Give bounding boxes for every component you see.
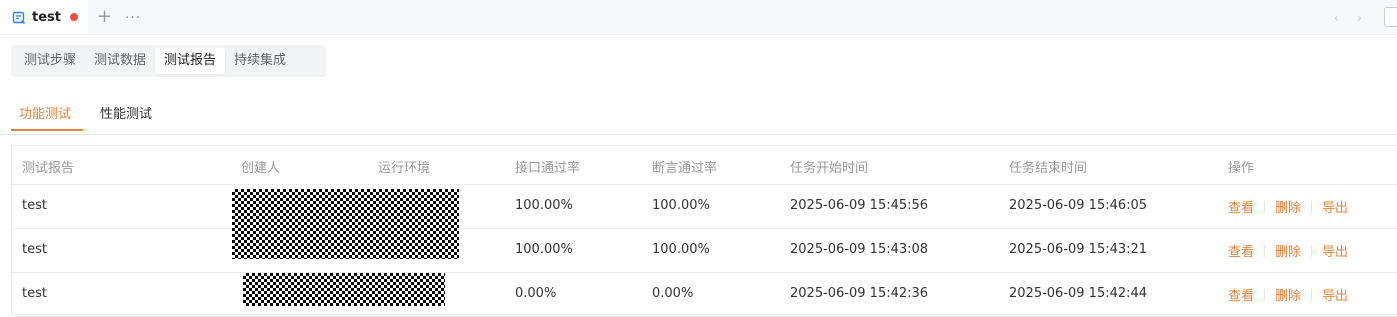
segment-test-report[interactable]: 测试报告: [155, 48, 226, 74]
column-header: 创建人: [241, 161, 281, 176]
divider: [1311, 288, 1313, 301]
divider: [1264, 244, 1266, 257]
report-name: test: [22, 286, 47, 301]
report-table: 测试报告 创建人 运行环境 接口通过率 断言通过率 任务开始时间 任务结束时间 …: [11, 145, 1397, 317]
api-pass-rate: 100.00%: [515, 242, 573, 257]
active-tab-indicator: [11, 129, 83, 131]
more-icon[interactable]: ···: [125, 9, 141, 27]
api-pass-rate: 100.00%: [515, 198, 573, 213]
unsaved-dot-icon: [69, 13, 78, 21]
divider: [1311, 244, 1313, 257]
document-tab[interactable]: test: [0, 0, 88, 34]
api-pass-rate: 0.00%: [515, 286, 557, 301]
redacted-block: [232, 189, 459, 259]
table-header: 测试报告 创建人 运行环境 接口通过率 断言通过率 任务开始时间 任务结束时间 …: [12, 146, 1397, 185]
column-header: 接口通过率: [515, 161, 581, 176]
delete-button[interactable]: 删除: [1275, 285, 1301, 304]
end-time: 2025-06-09 15:46:05: [1009, 198, 1148, 213]
view-button[interactable]: 查看: [1228, 241, 1254, 260]
start-time: 2025-06-09 15:45:56: [790, 198, 929, 213]
column-header: 断言通过率: [652, 161, 718, 176]
end-time: 2025-06-09 15:42:44: [1009, 286, 1148, 301]
start-time: 2025-06-09 15:43:08: [790, 242, 929, 257]
export-button[interactable]: 导出: [1322, 241, 1348, 260]
end-time: 2025-06-09 15:43:21: [1009, 242, 1148, 257]
export-button[interactable]: 导出: [1322, 197, 1348, 216]
table-row: test 100.00% 100.00% 2025-06-09 15:45:56…: [12, 184, 1397, 229]
row-actions: 查看 删除 导出: [1228, 197, 1348, 216]
panel-toggle-icon[interactable]: [1384, 7, 1397, 27]
column-header: 操作: [1228, 161, 1255, 176]
chevron-left-icon[interactable]: ‹: [1334, 9, 1339, 27]
delete-button[interactable]: 删除: [1275, 197, 1301, 216]
divider: [1311, 200, 1313, 213]
report-name: test: [22, 242, 47, 257]
section-segmented-control: 测试步骤 测试数据 测试报告 持续集成: [11, 45, 326, 77]
segment-test-steps[interactable]: 测试步骤: [15, 48, 85, 74]
chevron-right-icon[interactable]: ›: [1357, 9, 1362, 27]
divider: [1264, 200, 1266, 213]
delete-button[interactable]: 删除: [1275, 241, 1301, 260]
column-header: 任务开始时间: [790, 161, 869, 176]
segment-ci[interactable]: 持续集成: [225, 48, 295, 74]
view-button[interactable]: 查看: [1228, 285, 1254, 304]
start-time: 2025-06-09 15:42:36: [790, 286, 929, 301]
export-button[interactable]: 导出: [1322, 285, 1348, 304]
column-header: 测试报告: [22, 161, 75, 176]
segment-test-data[interactable]: 测试数据: [85, 48, 155, 74]
tab-functional-test[interactable]: 功能测试: [19, 103, 71, 122]
tab-performance-test[interactable]: 性能测试: [100, 103, 152, 122]
redacted-block: [243, 273, 445, 306]
plus-icon[interactable]: +: [97, 8, 112, 26]
report-type-tabs: 功能测试 性能测试: [0, 92, 1397, 135]
document-tab-bar: test + ··· ‹ ›: [0, 0, 1397, 35]
table-row: test 0.00% 0.00% 2025-06-09 15:42:36 202…: [12, 272, 1397, 317]
assert-pass-rate: 100.00%: [652, 198, 710, 213]
api-doc-icon: [12, 10, 26, 24]
document-tab-title: test: [32, 9, 61, 25]
assert-pass-rate: 0.00%: [652, 286, 694, 301]
assert-pass-rate: 100.00%: [652, 242, 710, 257]
table-row: test 100.00% 100.00% 2025-06-09 15:43:08…: [12, 228, 1397, 273]
row-actions: 查看 删除 导出: [1228, 241, 1348, 260]
view-button[interactable]: 查看: [1228, 197, 1254, 216]
column-header: 任务结束时间: [1009, 161, 1088, 176]
column-header: 运行环境: [378, 161, 431, 176]
report-name: test: [22, 198, 47, 213]
divider: [1264, 288, 1266, 301]
row-actions: 查看 删除 导出: [1228, 285, 1348, 304]
